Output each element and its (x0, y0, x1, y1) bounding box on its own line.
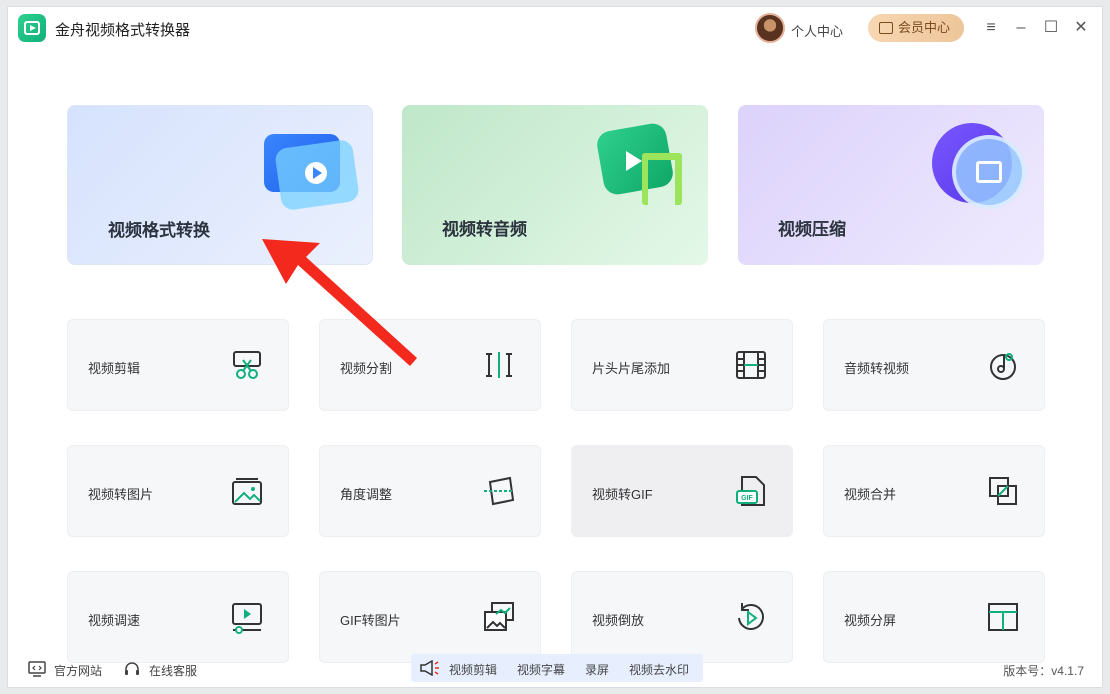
split-screen-icon (988, 603, 1018, 631)
tool-label: 音频转视频 (844, 361, 910, 376)
tool-video-to-gif[interactable]: 视频转GIF GIF (571, 445, 793, 537)
close-icon[interactable]: ✕ (1068, 16, 1094, 40)
avatar[interactable] (755, 13, 785, 43)
tool-gif-to-image[interactable]: GIF转图片 (319, 571, 541, 663)
music-disc-icon (990, 353, 1016, 380)
tool-label: 视频转GIF (592, 487, 653, 502)
official-site-link[interactable]: 官方网站 (54, 662, 102, 679)
tool-label: 角度调整 (340, 487, 393, 502)
app-title: 金舟视频格式转换器 (55, 22, 191, 39)
tool-label: 视频分割 (340, 361, 393, 376)
tool-label: 视频分屏 (844, 613, 897, 628)
footer: 官方网站 在线客服 视频剪辑 视频字幕 录屏 视频去水印 版本号：v4.1.7 (8, 654, 1102, 687)
maximize-icon[interactable]: ☐ (1038, 16, 1064, 40)
tool-video-edit[interactable]: 视频剪辑 (67, 319, 289, 411)
tool-video-merge[interactable]: 视频合并 (823, 445, 1045, 537)
tool-video-reverse[interactable]: 视频倒放 (571, 571, 793, 663)
card-label: 视频压缩 (778, 220, 846, 239)
promo-link-watermark-remove[interactable]: 视频去水印 (629, 661, 689, 678)
tool-audio-to-video[interactable]: 音频转视频 (823, 319, 1045, 411)
compress-icon (976, 161, 1002, 183)
megaphone-icon (420, 660, 439, 676)
app-logo-icon (18, 14, 46, 42)
scissors-icon (233, 351, 261, 379)
tool-label: 视频转图片 (88, 487, 154, 502)
promo-link-subtitles[interactable]: 视频字幕 (517, 661, 565, 678)
svg-text:GIF: GIF (741, 495, 753, 502)
version-label: 版本号：v4.1.7 (1003, 664, 1084, 678)
gif-file-icon: GIF (736, 476, 765, 506)
vip-center-label: 会员中心 (898, 20, 951, 35)
tool-video-to-image[interactable]: 视频转图片 (67, 445, 289, 537)
card-video-compress[interactable]: 视频压缩 (738, 105, 1044, 265)
tool-angle-adjust[interactable]: 角度调整 (319, 445, 541, 537)
tool-label: 片头片尾添加 (592, 361, 671, 376)
user-center-link[interactable]: 个人中心 (791, 21, 843, 40)
tool-intro-outro[interactable]: 片头片尾添加 (571, 319, 793, 411)
online-support-link[interactable]: 在线客服 (149, 662, 197, 679)
split-icon (486, 352, 512, 378)
headset-icon (125, 662, 139, 675)
app-window: 金舟视频格式转换器 个人中心 会员中心 ≡ – ☐ ✕ 视频格式转换 视频转音频… (7, 6, 1103, 688)
tool-label: 视频剪辑 (88, 361, 141, 376)
minimize-icon[interactable]: – (1008, 16, 1034, 40)
promo-link-video-edit[interactable]: 视频剪辑 (449, 661, 497, 678)
music-note-icon (642, 153, 682, 205)
tool-label: 视频合并 (844, 487, 897, 502)
speed-icon (232, 603, 262, 634)
thumbs-up-icon (879, 22, 893, 34)
menu-icon[interactable]: ≡ (978, 16, 1004, 40)
promo-link-screen-record[interactable]: 录屏 (585, 661, 609, 678)
rotate-frame-icon (484, 476, 515, 506)
tool-video-split[interactable]: 视频分割 (319, 319, 541, 411)
card-video-to-audio[interactable]: 视频转音频 (402, 105, 708, 265)
tool-split-screen[interactable]: 视频分屏 (823, 571, 1045, 663)
card-label: 视频格式转换 (108, 221, 210, 240)
card-label: 视频转音频 (442, 220, 527, 239)
card-video-format-convert[interactable]: 视频格式转换 (67, 105, 373, 265)
gif-image-icon (484, 602, 514, 631)
play-icon (305, 162, 327, 184)
title-bar: 金舟视频格式转换器 个人中心 会员中心 ≡ – ☐ ✕ (8, 7, 1102, 51)
play-icon (626, 151, 642, 171)
monitor-icon (28, 661, 46, 677)
reverse-icon (738, 603, 764, 630)
tool-label: 视频倒放 (592, 613, 645, 628)
film-icon (736, 351, 766, 379)
promo-bar: 视频剪辑 视频字幕 录屏 视频去水印 (411, 654, 703, 682)
vip-center-button[interactable]: 会员中心 (868, 14, 964, 42)
image-icon (232, 478, 262, 505)
tool-label: 视频调速 (88, 613, 141, 628)
tool-video-speed[interactable]: 视频调速 (67, 571, 289, 663)
tool-label: GIF转图片 (340, 613, 401, 628)
merge-icon (989, 477, 1017, 505)
